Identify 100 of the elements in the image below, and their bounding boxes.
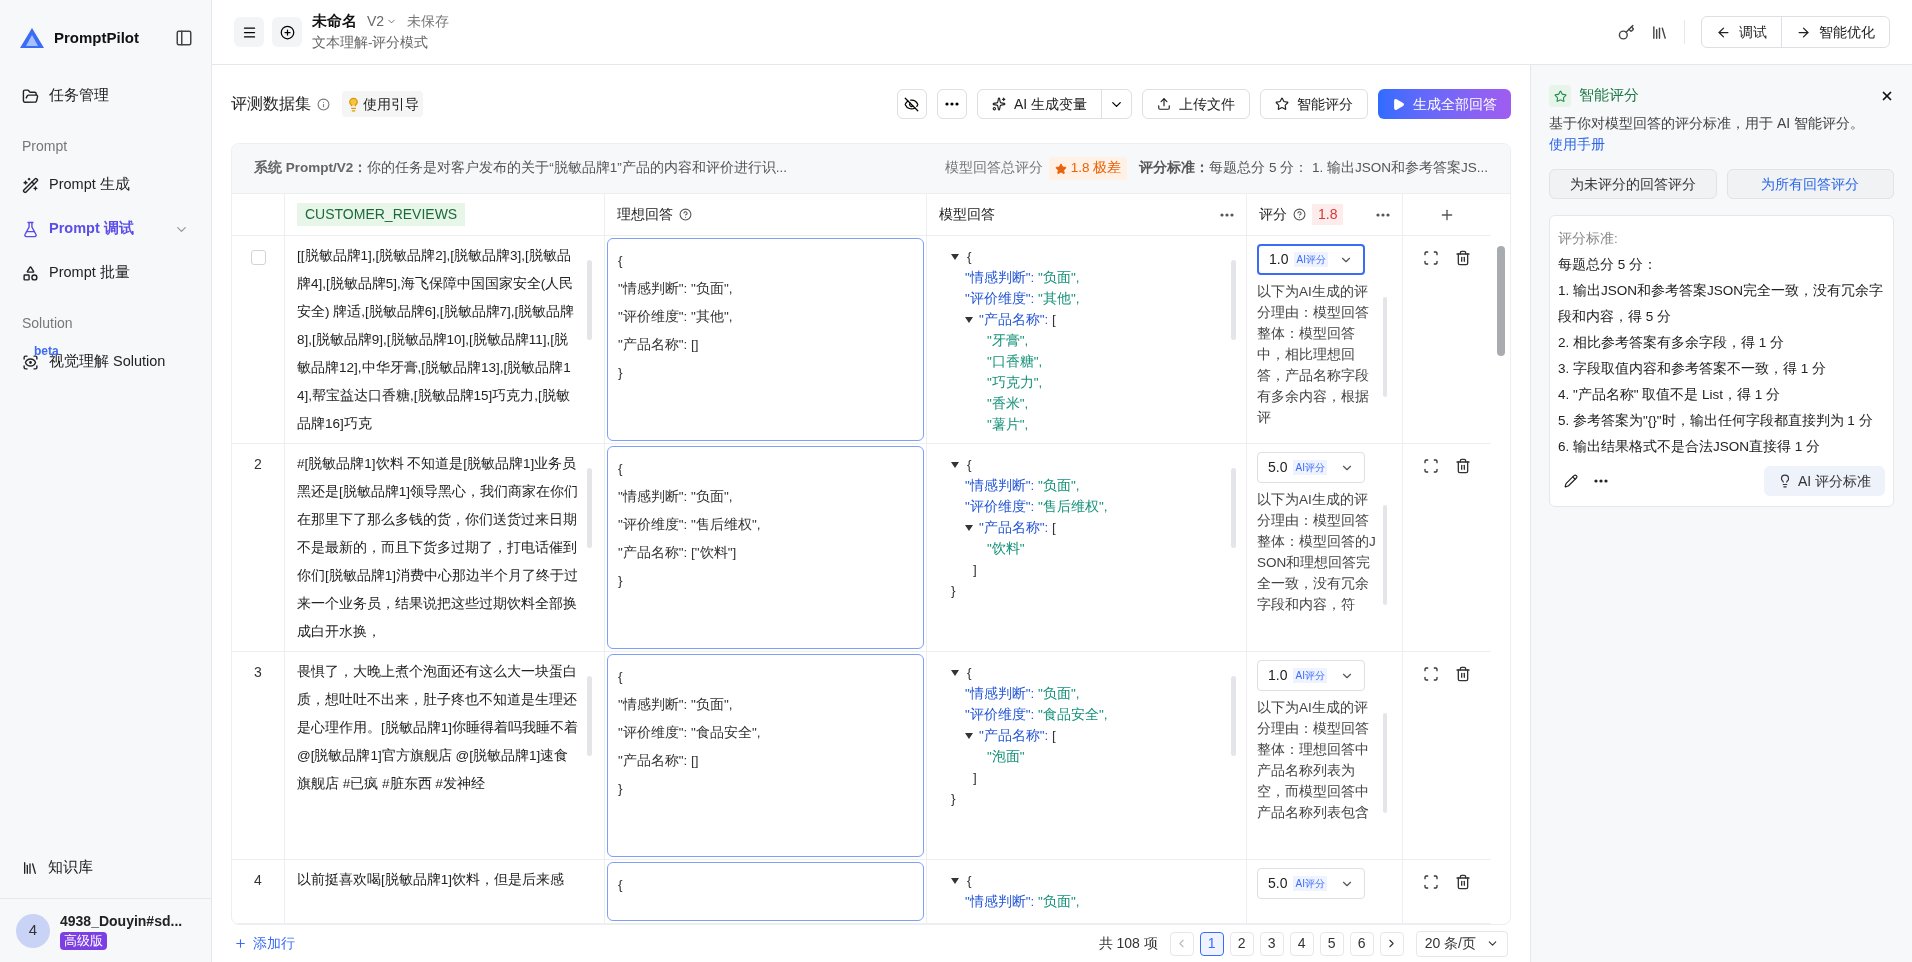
flask-icon	[22, 220, 39, 238]
mode-button[interactable]: 智能优化	[1781, 17, 1889, 47]
more-icon[interactable]	[1594, 479, 1608, 483]
mode-button[interactable]: 调试	[1702, 17, 1781, 47]
edit-icon[interactable]	[1564, 474, 1578, 488]
row-number: 4	[254, 871, 262, 890]
nav-item[interactable]: 任务管理	[10, 76, 201, 116]
criteria-summary: 每题总分 5 分： 1. 输出JSON和参考答案JS...	[1209, 159, 1488, 178]
avatar[interactable]: 4	[16, 913, 50, 948]
help-icon[interactable]	[1293, 208, 1306, 221]
json-line: ]	[972, 561, 978, 579]
caret-icon[interactable]	[951, 252, 959, 261]
library-icon[interactable]	[1651, 23, 1668, 41]
json-line: }	[951, 790, 957, 808]
version-select[interactable]: V2	[367, 11, 398, 33]
more-button[interactable]	[936, 89, 967, 119]
page-button[interactable]: 1	[1199, 931, 1224, 956]
json-line: {	[967, 248, 972, 266]
more-icon[interactable]	[1376, 212, 1390, 217]
sidebar-toggle-icon[interactable]	[175, 29, 193, 47]
plan-badge: 高级版	[60, 931, 107, 951]
scrollbar[interactable]	[587, 468, 592, 548]
help-icon[interactable]	[679, 208, 692, 221]
delete-icon[interactable]	[1455, 874, 1471, 890]
play-icon	[1392, 97, 1405, 111]
generate-all-button[interactable]: 生成全部回答	[1378, 89, 1511, 119]
score-all-button[interactable]: 为未评分的回答评分	[1549, 169, 1717, 199]
scrollbar[interactable]	[1496, 246, 1505, 356]
json-line: "牙膏",	[986, 332, 1030, 350]
page-button[interactable]: 3	[1259, 931, 1284, 956]
ai-criteria-button[interactable]: AI 评分标准	[1763, 466, 1885, 496]
json-line: "评价维度": "食品安全",	[965, 706, 1108, 724]
more-icon[interactable]	[1220, 212, 1234, 217]
scrollbar[interactable]	[1231, 468, 1236, 548]
caret-icon[interactable]	[951, 876, 959, 885]
nav-item[interactable]: Prompt 批量	[10, 253, 201, 293]
upload-button[interactable]: 上传文件	[1142, 89, 1250, 119]
score-select[interactable]: 1.0 AI评分	[1257, 244, 1365, 275]
smart-score-button[interactable]: 智能评分	[1260, 89, 1368, 119]
expand-icon[interactable]	[1423, 458, 1439, 474]
key-icon[interactable]	[1618, 23, 1635, 41]
upload-icon	[1157, 97, 1171, 111]
caret-icon[interactable]	[965, 523, 973, 532]
answer-field[interactable]: { "情感判断": "负面", "评价维度": "食品安全", "产品名称": [] }	[607, 654, 924, 857]
scrollbar[interactable]	[1231, 260, 1236, 340]
info-icon[interactable]	[317, 97, 330, 111]
guide-button[interactable]: 使用引导	[342, 91, 423, 117]
json-line: "产品名称": [	[979, 727, 1056, 745]
criteria-line: 每题总分 5 分：	[1558, 256, 1658, 274]
close-icon[interactable]	[1880, 89, 1894, 103]
expand-icon[interactable]	[1423, 666, 1439, 682]
score-all-button[interactable]: 为所有回答评分	[1726, 169, 1894, 199]
json-line: "薯片",	[986, 416, 1030, 434]
column-header: 理想回答	[617, 205, 673, 224]
score-select[interactable]: 1.0 AI评分	[1257, 660, 1365, 691]
delete-icon[interactable]	[1455, 250, 1471, 266]
delete-icon[interactable]	[1455, 666, 1471, 682]
shapes-icon	[22, 264, 39, 282]
score-select[interactable]: 5.0 AI评分	[1257, 868, 1365, 899]
prompt-label: 系统 Prompt/V2：	[254, 159, 368, 178]
criteria-label: 评分标准：	[1139, 159, 1210, 178]
manual-link[interactable]: 使用手册	[1549, 134, 1894, 155]
column-header: 评分	[1259, 205, 1287, 224]
scrollbar[interactable]	[587, 260, 592, 340]
page-size-select[interactable]: 20 条/页	[1415, 930, 1508, 957]
delete-icon[interactable]	[1455, 458, 1471, 474]
review-text: [[脱敏品牌1],[脱敏品牌2],[脱敏品牌3],[脱敏品牌4],[脱敏品牌5],海飞保障中国国家安全(人民安全) 牌适,[脱敏品牌6],[脱敏品牌7],[脱敏品牌8],[脱敏品牌9],[脱敏品牌10],[脱敏品牌11],[脱敏品牌12],中华牙膏,[脱敏品牌13],[脱敏品牌14],帮宝益达口香糖,[脱敏品牌15]巧克力,[脱敏品牌16]巧克	[297, 247, 576, 433]
ai-badge: AI评分	[1293, 460, 1327, 475]
hide-button[interactable]	[896, 89, 927, 119]
page-button[interactable]: 6	[1349, 931, 1374, 956]
page-button[interactable]: 5	[1319, 931, 1344, 956]
add-row-link[interactable]: 添加行	[234, 933, 295, 954]
nav-item[interactable]: Prompt 调试	[10, 209, 201, 249]
menu-button[interactable]	[234, 17, 264, 47]
score-select[interactable]: 5.0 AI评分	[1257, 452, 1365, 483]
expand-icon[interactable]	[1423, 874, 1439, 890]
json-line: ]	[972, 769, 978, 787]
next-page-button[interactable]	[1379, 931, 1404, 956]
total-score-badge: 1.8 极差	[1048, 157, 1128, 180]
json-line: }	[951, 582, 957, 600]
json-line: {	[967, 664, 972, 682]
expand-icon[interactable]	[1423, 250, 1439, 266]
add-button[interactable]	[272, 17, 302, 47]
caret-icon[interactable]	[951, 668, 959, 677]
scrollbar[interactable]	[587, 676, 592, 756]
page-button[interactable]: 2	[1229, 931, 1254, 956]
caret-icon[interactable]	[965, 731, 973, 740]
criteria-line: 2. 相比参考答案有多余字段，得 1 分	[1558, 334, 1786, 352]
review-text: #[脱敏品牌1]饮料 不知道是[脱敏品牌1]业务员黑还是[脱敏品牌1]领导黑心，我们商家在你们在那里下了那么多钱的货，你们送货过来日期不是最新的，而且下货多过期了，打电话催到你们[脱敏品牌1]消费中心那边半个月了终于过来一个业务员，结果说把这些过期饮料全部换成白开水换，	[297, 455, 579, 641]
page-button[interactable]: 4	[1289, 931, 1314, 956]
answer-field[interactable]: { "情感判断": "负面", "评价维度": "其他", "产品名称": [] }	[607, 238, 924, 441]
caret-icon[interactable]	[965, 315, 973, 324]
caret-icon[interactable]	[951, 460, 959, 469]
json-line: "情感判断": "负面",	[965, 685, 1081, 703]
row-checkbox[interactable]	[250, 250, 266, 265]
nav-item[interactable]: Prompt 生成	[10, 165, 201, 205]
answer-field[interactable]: { "情感判断": "负面", "评价维度": "售后维权", "产品名称": ["饮料"] }	[607, 446, 924, 649]
nav-item[interactable]: 知识库	[10, 848, 201, 888]
scrollbar[interactable]	[1231, 676, 1236, 756]
answer-field[interactable]: {	[607, 862, 924, 921]
